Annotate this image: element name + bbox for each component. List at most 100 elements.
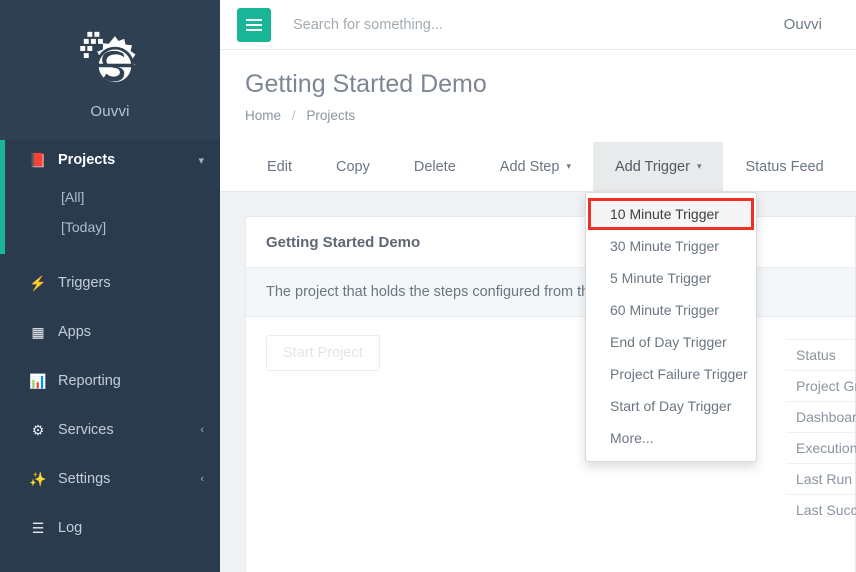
sidebar-item-projects[interactable]: 📕 Projects ▾	[5, 140, 220, 180]
dropdown-item-label: Start of Day Trigger	[610, 398, 732, 414]
ouvvi-gear-s-logo-icon	[74, 29, 146, 97]
detail-label-project-group: Project Group	[786, 370, 856, 402]
chevron-down-icon-add-step: ▾	[566, 161, 571, 171]
user-menu[interactable]: Ouvvi	[784, 16, 822, 33]
chevron-left-icon-services[interactable]: ‹	[200, 424, 204, 436]
breadcrumb-home[interactable]: Home	[245, 108, 281, 123]
sidebar-nav: 📕 Projects ▾ [All] [Today] ⚡ Triggers ▦ …	[0, 140, 220, 548]
start-project-button[interactable]: Start Project	[266, 335, 380, 371]
chevron-left-icon-settings[interactable]: ‹	[200, 473, 204, 485]
table-row: Project Group	[786, 370, 856, 402]
card-body: Start Project	[246, 317, 855, 389]
sidebar-item-label-reporting: Reporting	[58, 373, 121, 389]
breadcrumb: Home / Projects	[245, 108, 355, 123]
grid-icon: ▦	[31, 324, 45, 340]
toolbar-tab-add-trigger[interactable]: Add Trigger ▾	[592, 142, 724, 191]
book-icon: 📕	[29, 152, 47, 168]
chevron-down-icon[interactable]: ▾	[198, 154, 204, 167]
sidebar-subitem-today[interactable]: [Today]	[5, 212, 220, 242]
sidebar-item-label-triggers: Triggers	[58, 275, 111, 291]
table-row: Status	[786, 339, 856, 371]
toolbar-tab-label: Edit	[267, 158, 292, 175]
dropdown-item-label: More...	[610, 430, 654, 446]
content-area: Getting Started Demo The project that ho…	[220, 192, 856, 572]
sidebar-item-label-services: Services	[58, 422, 114, 438]
chevron-down-icon-add-trigger: ▾	[696, 161, 702, 171]
dropdown-item-label: 30 Minute Trigger	[610, 238, 719, 254]
toolbar-tab-copy[interactable]: Copy	[314, 142, 392, 191]
card-title: Getting Started Demo	[246, 217, 855, 268]
detail-label-execution-count: Execution Count	[786, 432, 856, 464]
table-row: Execution Count	[786, 432, 856, 464]
dropdown-item-30-minute-trigger[interactable]: 30 Minute Trigger	[586, 230, 756, 262]
page-title: Getting Started Demo	[245, 70, 487, 98]
hamburger-bar	[246, 28, 262, 31]
project-card: Getting Started Demo The project that ho…	[245, 216, 856, 572]
sidebar-item-settings[interactable]: ✨ Settings ‹	[0, 459, 220, 499]
table-row: Dashboard	[786, 401, 856, 433]
detail-label-last-run: Last Run	[786, 463, 856, 495]
toolbar-tab-label: Copy	[336, 158, 370, 175]
toolbar-tab-label: Add Trigger	[614, 158, 690, 175]
dropdown-item-5-minute-trigger[interactable]: 5 Minute Trigger	[586, 262, 756, 294]
toolbar-tab-add-step[interactable]: Add Step ▾	[478, 142, 593, 191]
sidebar-item-reporting[interactable]: 📊 Reporting	[0, 361, 220, 401]
add-trigger-dropdown-menu: 10 Minute Trigger 30 Minute Trigger 5 Mi…	[585, 192, 757, 462]
card-description: The project that holds the steps configu…	[246, 268, 855, 317]
toolbar-tab-label: Add Step	[499, 158, 560, 175]
sidebar-item-apps[interactable]: ▦ Apps	[0, 312, 220, 352]
detail-label-last-success: Last Success	[786, 494, 856, 525]
dropdown-item-more[interactable]: More...	[586, 422, 756, 454]
sidebar-item-triggers[interactable]: ⚡ Triggers	[0, 263, 220, 303]
toolbar-tab-label: Delete	[413, 158, 456, 175]
hamburger-bar	[246, 23, 262, 26]
sidebar-subnav-projects: [All] [Today]	[5, 180, 220, 254]
bolt-icon: ⚡	[29, 275, 47, 291]
project-detail-table: Status Project Group Dashboard Execution…	[786, 339, 856, 525]
brand-block[interactable]: Ouvvi	[0, 0, 220, 140]
dropdown-item-label: 10 Minute Trigger	[610, 206, 719, 222]
sidebar-item-label-apps: Apps	[58, 324, 92, 340]
dropdown-item-label: 5 Minute Trigger	[610, 270, 712, 286]
dropdown-item-label: 60 Minute Trigger	[610, 302, 719, 318]
detail-label-status: Status	[786, 339, 856, 371]
sidebar-group-projects: 📕 Projects ▾ [All] [Today]	[0, 140, 220, 254]
search-input[interactable]	[293, 16, 623, 33]
dropdown-item-start-of-day-trigger[interactable]: Start of Day Trigger	[586, 390, 756, 422]
sidebar-item-log[interactable]: ☰ Log	[0, 508, 220, 548]
breadcrumb-separator: /	[291, 108, 296, 123]
dropdown-item-project-failure-trigger[interactable]: Project Failure Trigger	[586, 358, 756, 390]
gears-icon: ⚙	[31, 422, 45, 438]
toolbar-tab-delete[interactable]: Delete	[392, 142, 478, 191]
dropdown-item-10-minute-trigger[interactable]: 10 Minute Trigger	[588, 198, 754, 230]
sidebar: Ouvvi 📕 Projects ▾ [All] [Today] ⚡ Trigg…	[0, 0, 220, 572]
sidebar-item-label-projects: Projects	[58, 152, 116, 168]
dropdown-item-end-of-day-trigger[interactable]: End of Day Trigger	[586, 326, 756, 358]
toolbar-tab-edit[interactable]: Edit	[245, 142, 314, 191]
dropdown-item-label: End of Day Trigger	[610, 334, 727, 350]
magic-wand-icon: ✨	[29, 471, 47, 487]
sidebar-item-label-settings: Settings	[58, 471, 111, 487]
hamburger-bar	[246, 18, 262, 21]
sidebar-item-services[interactable]: ⚙ Services ‹	[0, 410, 220, 450]
detail-label-dashboard: Dashboard	[786, 401, 856, 433]
dropdown-item-60-minute-trigger[interactable]: 60 Minute Trigger	[586, 294, 756, 326]
top-bar: Ouvvi	[220, 0, 856, 50]
page-header: Getting Started Demo Home / Projects	[220, 50, 856, 142]
dropdown-item-label: Project Failure Trigger	[610, 366, 748, 382]
breadcrumb-projects[interactable]: Projects	[306, 108, 355, 123]
hamburger-icon[interactable]	[237, 7, 271, 42]
toolbar-tab-status-feed[interactable]: Status Feed	[723, 142, 845, 191]
list-icon: ☰	[31, 520, 45, 536]
table-row: Last Success	[786, 494, 856, 525]
app-window: Ouvvi 📕 Projects ▾ [All] [Today] ⚡ Trigg…	[0, 0, 856, 572]
toolbar-tab-label: Status Feed	[745, 158, 824, 175]
sidebar-subitem-all[interactable]: [All]	[5, 182, 220, 212]
bar-chart-icon: 📊	[29, 373, 47, 389]
action-toolbar: Edit Copy Delete Add Step ▾ Add Trigger …	[220, 142, 856, 192]
